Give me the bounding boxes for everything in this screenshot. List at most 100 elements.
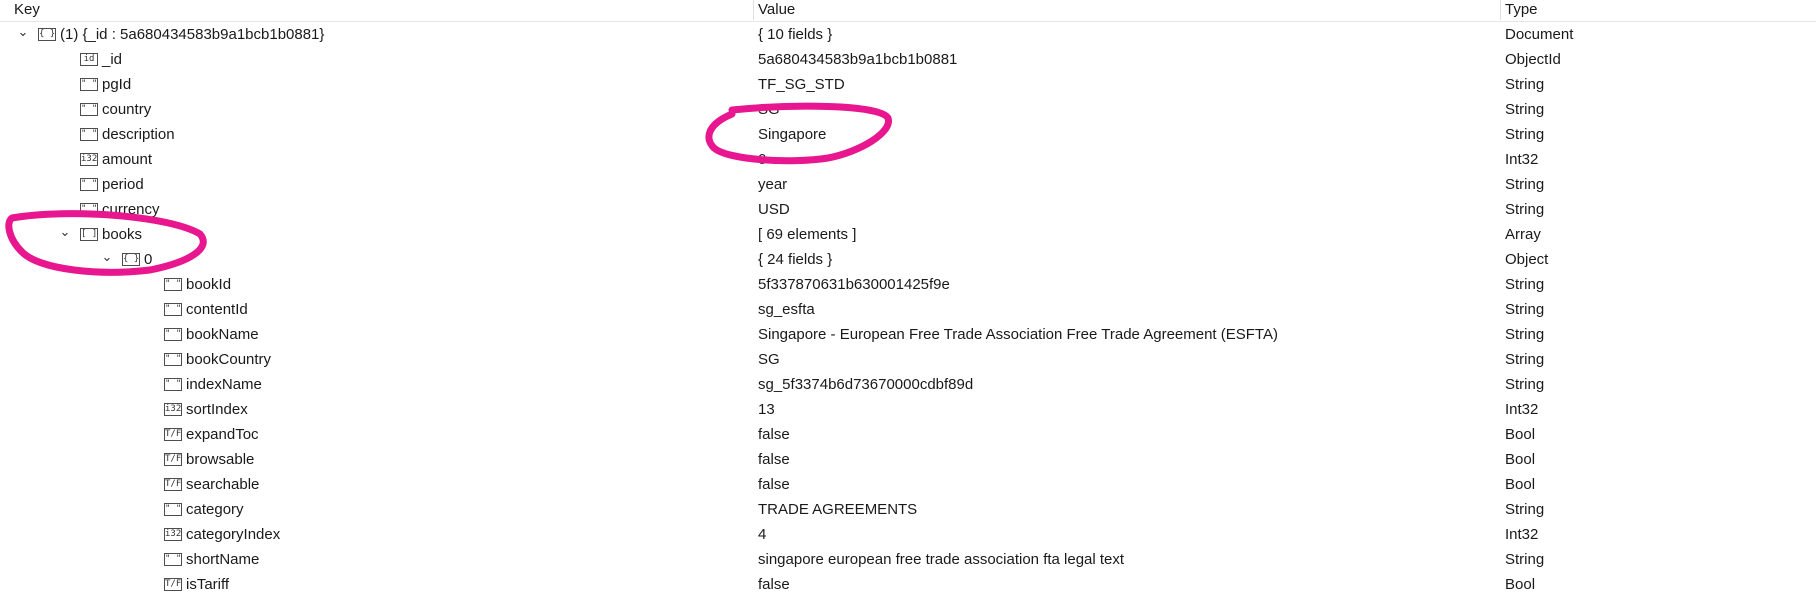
chevron-down-icon[interactable]: ⌄ xyxy=(58,222,72,244)
string-icon: " " xyxy=(164,553,182,566)
key-name: description xyxy=(102,126,175,143)
type-cell: String xyxy=(1505,551,1545,568)
tree-row[interactable]: " " period year String xyxy=(0,172,1816,197)
string-icon: " " xyxy=(80,103,98,116)
string-icon: " " xyxy=(164,328,182,341)
tree-row[interactable]: ⌄ [ ] books [ 69 elements ] Array xyxy=(0,222,1816,247)
key-cell: ⌄ { } 0 xyxy=(0,247,750,272)
chevron-down-icon[interactable]: ⌄ xyxy=(16,22,30,44)
type-cell: String xyxy=(1505,126,1545,143)
type-cell: String xyxy=(1505,176,1545,193)
key-name: shortName xyxy=(186,551,260,568)
tree-row[interactable]: T/F expandToc false Bool xyxy=(0,422,1816,447)
key-name: amount xyxy=(102,151,153,168)
key-cell: " " bookId xyxy=(0,272,750,297)
value-column-header[interactable]: Value xyxy=(758,0,1498,20)
key-cell: " " pgId xyxy=(0,72,750,97)
key-name: period xyxy=(102,176,144,193)
document-tree-view: Key Value Type ⌄ { } (1) {_id : 5a68043458… xyxy=(0,0,1816,596)
tree-row[interactable]: ⌄ { } 0 { 24 fields } Object xyxy=(0,247,1816,272)
key-cell: " " indexName xyxy=(0,372,750,397)
chevron-down-icon[interactable]: ⌄ xyxy=(100,247,114,269)
value-cell: [ 69 elements ] xyxy=(758,226,857,243)
type-cell: String xyxy=(1505,276,1545,293)
key-name: indexName xyxy=(186,376,262,393)
key-cell: " " shortName xyxy=(0,547,750,572)
tree-row[interactable]: " " description Singapore String xyxy=(0,122,1816,147)
tree-row[interactable]: T/F browsable false Bool xyxy=(0,447,1816,472)
key-column-header[interactable]: Key xyxy=(14,0,764,20)
int32-icon: i32 xyxy=(164,528,182,541)
string-icon: " " xyxy=(80,78,98,91)
type-cell: String xyxy=(1505,376,1545,393)
bool-icon: T/F xyxy=(164,578,182,591)
tree-row[interactable]: T/F isTariff false Bool xyxy=(0,572,1816,597)
tree-row[interactable]: " " country SG String xyxy=(0,97,1816,122)
type-cell: Array xyxy=(1505,226,1541,243)
tree-row[interactable]: " " category TRADE AGREEMENTS String xyxy=(0,497,1816,522)
bool-icon: T/F xyxy=(164,428,182,441)
key-cell: T/F isTariff xyxy=(0,572,750,597)
tree-row[interactable]: T/F searchable false Bool xyxy=(0,472,1816,497)
value-cell: 13 xyxy=(758,401,775,418)
tree-row[interactable]: " " currency USD String xyxy=(0,197,1816,222)
tree-row[interactable]: id _id 5a680434583b9a1bcb1b0881 ObjectId xyxy=(0,47,1816,72)
type-cell: Bool xyxy=(1505,426,1536,443)
key-cell: " " contentId xyxy=(0,297,750,322)
string-icon: " " xyxy=(80,178,98,191)
type-column-header[interactable]: Type xyxy=(1505,0,1805,20)
tree-row[interactable]: " " shortName singapore european free trad… xyxy=(0,547,1816,572)
string-icon: " " xyxy=(80,128,98,141)
id-icon: id xyxy=(80,53,98,66)
column-divider[interactable] xyxy=(1500,0,1501,20)
key-cell: i32 amount xyxy=(0,147,750,172)
tree-row[interactable]: i32 categoryIndex 4 Int32 xyxy=(0,522,1816,547)
type-cell: String xyxy=(1505,351,1545,368)
object-icon: { } xyxy=(38,28,56,41)
key-cell: " " period xyxy=(0,172,750,197)
value-cell: false xyxy=(758,476,790,493)
tree-row[interactable]: " " indexName sg_5f3374b6d73670000cdbf89d S… xyxy=(0,372,1816,397)
type-cell: String xyxy=(1505,76,1545,93)
value-cell: 5a680434583b9a1bcb1b0881 xyxy=(758,51,958,68)
tree-row[interactable]: i32 sortIndex 13 Int32 xyxy=(0,397,1816,422)
bool-icon: T/F xyxy=(164,478,182,491)
string-icon: " " xyxy=(164,303,182,316)
value-cell: { 24 fields } xyxy=(758,251,833,268)
tree-row[interactable]: " " pgId TF_SG_STD String xyxy=(0,72,1816,97)
tree-row[interactable]: i32 amount 0 Int32 xyxy=(0,147,1816,172)
tree-row[interactable]: " " bookName Singapore - European Free Tra… xyxy=(0,322,1816,347)
tree-row[interactable]: ⌄ { } (1) {_id : 5a680434583b9a1bcb1b0881}… xyxy=(0,22,1816,47)
column-header: Key Value Type xyxy=(0,0,1816,22)
value-cell: false xyxy=(758,426,790,443)
type-cell: String xyxy=(1505,301,1545,318)
string-icon: " " xyxy=(164,278,182,291)
type-cell: Bool xyxy=(1505,576,1536,593)
tree-row[interactable]: " " contentId sg_esfta String xyxy=(0,297,1816,322)
key-cell: " " category xyxy=(0,497,750,522)
value-cell: singapore european free trade associatio… xyxy=(758,551,1125,568)
string-icon: " " xyxy=(164,378,182,391)
column-divider[interactable] xyxy=(753,0,754,20)
array-icon: [ ] xyxy=(80,228,98,241)
type-cell: Object xyxy=(1505,251,1549,268)
object-icon: { } xyxy=(122,253,140,266)
tree-row[interactable]: " " bookCountry SG String xyxy=(0,347,1816,372)
key-cell: ⌄ [ ] books xyxy=(0,222,750,247)
value-cell: Singapore xyxy=(758,126,827,143)
type-cell: Document xyxy=(1505,26,1574,43)
type-cell: String xyxy=(1505,201,1545,218)
value-cell: USD xyxy=(758,201,790,218)
value-cell: 5f337870631b630001425f9e xyxy=(758,276,950,293)
key-cell: T/F browsable xyxy=(0,447,750,472)
key-cell: i32 sortIndex xyxy=(0,397,750,422)
key-name: currency xyxy=(102,201,160,218)
value-cell: TF_SG_STD xyxy=(758,76,845,93)
key-name: expandToc xyxy=(186,426,259,443)
value-cell: year xyxy=(758,176,788,193)
type-cell: Int32 xyxy=(1505,401,1539,418)
tree-row[interactable]: " " bookId 5f337870631b630001425f9e String xyxy=(0,272,1816,297)
key-cell: " " bookName xyxy=(0,322,750,347)
key-name: pgId xyxy=(102,76,132,93)
bool-icon: T/F xyxy=(164,453,182,466)
